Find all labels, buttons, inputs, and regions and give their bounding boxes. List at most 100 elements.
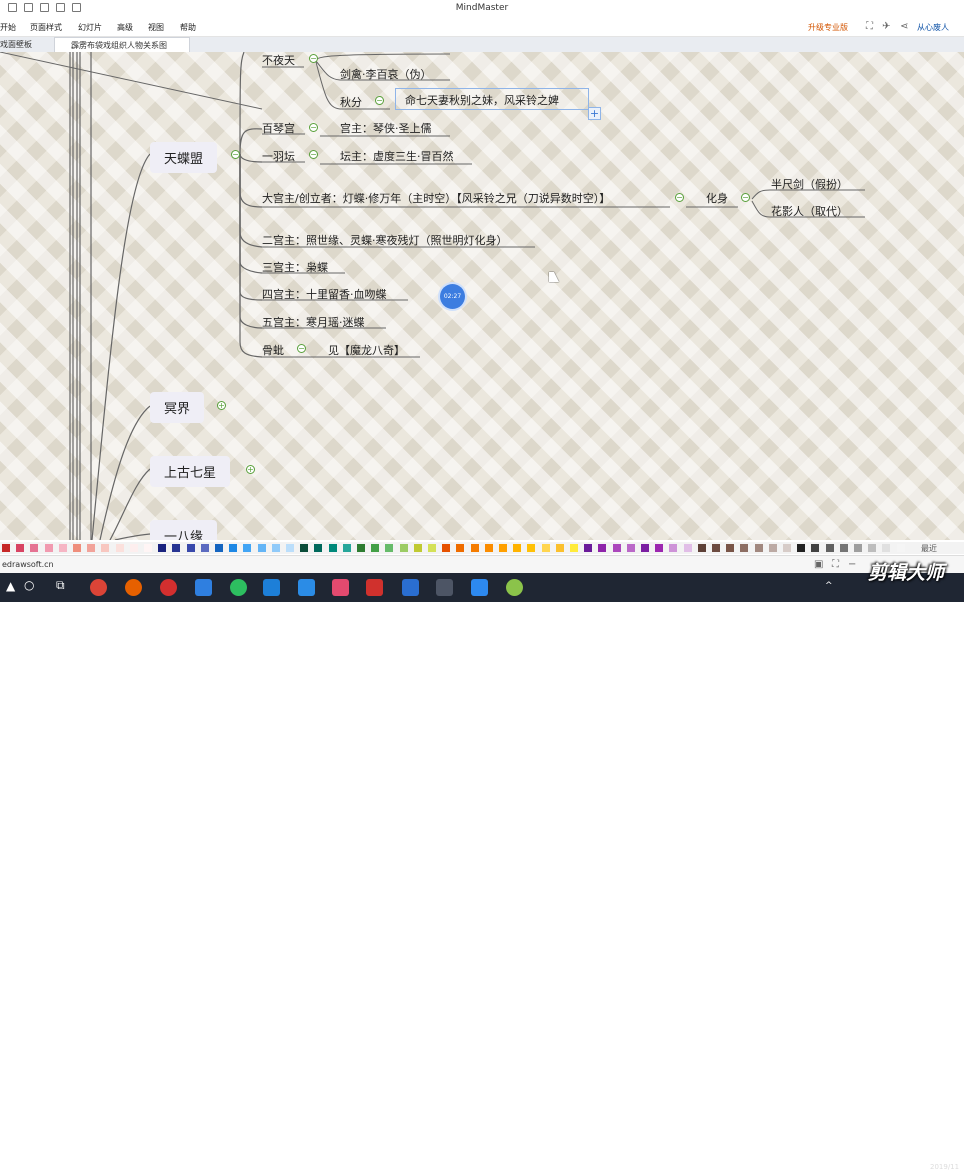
collapse-toggle[interactable]: − (231, 150, 240, 159)
node-jianqin[interactable]: 剑禽·李百哀（伪） (340, 66, 432, 82)
node-yiyu-lord[interactable]: 坛主：虚度三生·冒百然 (340, 148, 454, 164)
color-swatch[interactable] (612, 544, 621, 552)
fullscreen-icon[interactable]: ⛶ (832, 559, 839, 570)
color-swatch[interactable] (499, 544, 507, 552)
color-swatch[interactable] (314, 544, 323, 552)
upgrade-link[interactable]: 升级专业版 (808, 22, 848, 33)
color-swatch[interactable] (257, 544, 266, 552)
collapse-toggle[interactable]: − (309, 150, 318, 159)
shield-icon[interactable] (195, 579, 212, 596)
expand-toggle[interactable]: + (246, 465, 255, 474)
color-swatch[interactable] (626, 544, 635, 552)
netease-music-icon[interactable] (160, 579, 177, 596)
fullscreen-icon[interactable]: ⛶ (866, 21, 873, 32)
color-swatch[interactable] (584, 544, 593, 552)
node-shanggu[interactable]: 上古七星 (150, 456, 231, 487)
color-swatch[interactable] (797, 544, 806, 552)
menu-advanced[interactable]: 高级 (117, 22, 133, 33)
color-swatch[interactable] (271, 544, 280, 552)
color-swatch[interactable] (726, 544, 735, 552)
color-swatch[interactable] (783, 544, 791, 552)
color-swatch[interactable] (342, 544, 351, 552)
color-swatch[interactable] (215, 544, 223, 552)
menu-page-style[interactable]: 页面样式 (30, 22, 62, 33)
color-swatch[interactable] (470, 544, 479, 552)
arrow-app-icon[interactable] (471, 579, 488, 596)
node-banchi[interactable]: 半尺剑（假扮） (771, 176, 848, 192)
mindmaster-icon[interactable] (436, 579, 453, 596)
node-second-lord[interactable]: 二宫主：照世缘、灵蝶·寒夜残灯（照世明灯化身） (262, 232, 508, 248)
color-swatch[interactable] (513, 544, 522, 552)
collapse-toggle[interactable]: − (309, 54, 318, 63)
video-editor-icon[interactable] (332, 579, 349, 596)
color-swatch[interactable] (854, 544, 862, 552)
node-baiqin[interactable]: 百琴宫 (262, 120, 295, 136)
expand-toggle[interactable]: + (217, 401, 226, 410)
color-swatch[interactable] (30, 544, 39, 552)
color-swatch[interactable] (641, 544, 649, 552)
firefox-icon[interactable] (125, 579, 142, 596)
node-fifth-lord[interactable]: 五宫主：寒月瑶·迷蝶 (262, 314, 365, 330)
color-swatch[interactable] (541, 544, 550, 552)
search-icon[interactable]: ○ (24, 578, 34, 592)
start-icon[interactable]: ▲ (6, 579, 15, 593)
color-swatch[interactable] (527, 544, 536, 552)
collapse-toggle[interactable]: − (741, 193, 750, 202)
mail-icon[interactable] (263, 579, 280, 596)
node-leader[interactable]: 大宫主/创立者：灯蝶·修万年（主时空）【风采铃之兄（刀说异数时空）】 (262, 190, 610, 206)
add-topic-button[interactable]: + (588, 107, 601, 120)
node-yiyu[interactable]: 一羽坛 (262, 148, 295, 164)
color-swatch[interactable] (186, 544, 195, 552)
status-site[interactable]: edrawsoft.cn (2, 560, 54, 569)
chrome-icon[interactable] (90, 579, 107, 596)
node-gupi[interactable]: 骨蚍 (262, 342, 284, 358)
color-swatch[interactable] (868, 544, 877, 552)
collapse-toggle[interactable]: − (675, 193, 684, 202)
color-swatch[interactable] (413, 544, 422, 552)
node-partial[interactable]: 一八缘 (150, 520, 218, 540)
mindmap-canvas[interactable]: 不夜天 − 剑禽·李百哀（伪） 秋分 − 命七天妻秋别之妹，风采铃之婢 + 天蝶… (0, 52, 964, 540)
color-swatch[interactable] (811, 544, 820, 552)
tab-document-2[interactable]: 霹雳布袋戏组织人物关系图 (54, 37, 190, 52)
node-mingjie[interactable]: 冥界 (150, 392, 205, 423)
node-buyetian[interactable]: 不夜天 (262, 52, 295, 68)
color-swatch[interactable] (754, 544, 763, 552)
node-baiqin-lord[interactable]: 宫主：琴侠·圣上儒 (340, 120, 432, 136)
color-swatch[interactable] (58, 544, 67, 552)
color-swatch[interactable] (243, 544, 252, 552)
color-swatch[interactable] (456, 544, 465, 552)
color-swatch[interactable] (839, 544, 848, 552)
color-swatch[interactable] (328, 544, 337, 552)
color-swatch[interactable] (712, 544, 720, 552)
zoom-out-icon[interactable]: − (848, 559, 856, 570)
color-swatch[interactable] (399, 544, 408, 552)
color-swatch[interactable] (16, 544, 25, 552)
color-swatch[interactable] (300, 544, 309, 552)
color-swatch[interactable] (357, 544, 365, 552)
color-swatch[interactable] (385, 544, 394, 552)
color-swatch[interactable] (200, 544, 209, 552)
color-swatch[interactable] (442, 544, 451, 552)
fit-page-icon[interactable]: ▣ (814, 559, 823, 570)
color-swatch[interactable] (158, 544, 167, 552)
color-swatch[interactable] (73, 544, 81, 552)
color-swatch[interactable] (669, 544, 678, 552)
color-swatch[interactable] (825, 544, 834, 552)
node-gupi-ref[interactable]: 见【魔龙八奇】 (328, 342, 405, 358)
color-swatch[interactable] (740, 544, 749, 552)
node-tiandie[interactable]: 天蝶盟 (150, 142, 218, 173)
selected-topic[interactable]: 命七天妻秋别之妹，风采铃之婢 (395, 88, 589, 110)
share-icon[interactable]: ⋖ (900, 21, 908, 32)
color-swatch[interactable] (115, 544, 124, 552)
color-swatch[interactable] (144, 544, 152, 552)
node-huaying[interactable]: 花影人（取代） (771, 203, 848, 219)
node-huashen[interactable]: 化身 (706, 190, 728, 206)
feishu-icon[interactable] (298, 579, 315, 596)
color-swatch[interactable] (555, 544, 564, 552)
color-swatch[interactable] (101, 544, 110, 552)
color-swatch[interactable] (484, 544, 493, 552)
color-swatch[interactable] (2, 544, 10, 552)
color-swatch[interactable] (655, 544, 664, 552)
color-swatch[interactable] (882, 544, 891, 552)
send-icon[interactable]: ✈ (882, 21, 890, 32)
